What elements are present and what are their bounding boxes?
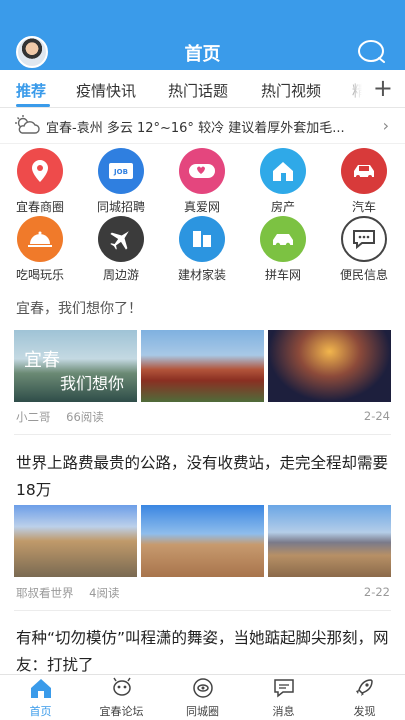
article-thumbnail [141,330,264,402]
heart-badge-icon [179,148,225,194]
forum-alien-icon [112,677,131,696]
airplane-icon [98,216,144,262]
tab-hot-videos[interactable]: 热门视频 [261,80,321,101]
chat-bubble-icon [273,679,294,698]
author: 耶叔看世界 [16,586,74,600]
nav-messages[interactable]: 消息 [243,677,324,719]
svg-text:JOB: JOB [113,168,128,176]
article-title[interactable]: 宜春，我们想你了！ [16,296,391,323]
quick-link-business[interactable]: 宜春商圈 [0,148,80,215]
top-bar: 首页 [0,0,405,70]
article-image-row[interactable] [14,505,391,577]
location-pin-icon [17,148,63,194]
divider [14,610,391,611]
message-bubble-icon [341,216,387,262]
partly-cloudy-icon [14,114,40,140]
chevron-right-icon: › [382,116,389,135]
publish-date: 2-22 [363,585,390,599]
category-tabs: 推荐 疫情快讯 热门话题 热门视频 精 + [0,70,405,108]
tab-epidemic-news[interactable]: 疫情快讯 [76,80,136,101]
author: 小二哥 [16,410,51,424]
tab-fade [338,70,368,107]
article-title[interactable]: 有种“切勿模仿”叫程潇的舞姿，当她踮起脚尖那刻，网友：打扰了 [16,625,391,679]
weather-text: 宜春-袁州 多云 12°~16° 较冷 建议着厚外套加毛... [46,121,345,136]
quick-link-building-materials[interactable]: 建材家装 [162,216,242,283]
weather-bar[interactable]: 宜春-袁州 多云 12°~16° 较冷 建议着厚外套加毛... › [0,108,405,144]
nav-home[interactable]: 首页 [0,677,81,719]
quick-link-nearby-travel[interactable]: 周边游 [81,216,161,283]
article-thumbnail [268,330,391,402]
building-blocks-icon [179,216,225,262]
active-tab-indicator [16,104,50,107]
tab-recommend[interactable]: 推荐 [16,80,46,101]
carpool-icon [260,216,306,262]
quick-link-jobs[interactable]: JOB 同城招聘 [81,148,161,215]
circle-eye-icon [192,678,213,698]
article-image-row[interactable]: 宜春 我们想你 [14,330,391,402]
car-icon [341,148,387,194]
read-count: 4阅读 [89,586,120,600]
quick-link-local-info[interactable]: 便民信息 [324,216,404,283]
quick-link-real-estate[interactable]: 房产 [243,148,323,215]
nav-local-circle[interactable]: 同城圈 [162,677,243,719]
divider [14,434,391,435]
quick-link-cars[interactable]: 汽车 [324,148,404,215]
nav-discover[interactable]: 发现 [324,677,405,719]
article-meta: 耶叔看世界 4阅读 2-22 [16,585,390,601]
quick-link-dating[interactable]: 真爱网 [162,148,242,215]
discover-rocket-icon [355,679,373,696]
quick-link-food-fun[interactable]: 吃喝玩乐 [0,216,80,283]
page-title: 首页 [184,44,221,65]
tab-hot-topics[interactable]: 热门话题 [168,80,228,101]
search-icon[interactable] [357,36,387,66]
read-count: 66阅读 [66,410,104,424]
food-cloche-icon [17,216,63,262]
house-icon [260,148,306,194]
article-thumbnail [268,505,391,577]
quick-link-grid: 宜春商圈 JOB 同城招聘 真爱网 房产 汽车 吃喝玩乐 周边游 建材家装 拼车… [0,148,405,282]
nav-forum[interactable]: 宜春论坛 [81,677,162,719]
publish-date: 2-24 [363,409,390,423]
home-icon [30,679,51,698]
bottom-nav: 首页 宜春论坛 同城圈 消息 发现 [0,674,405,720]
article-thumbnail [141,505,264,577]
quick-link-carpool[interactable]: 拼车网 [243,216,323,283]
article-title[interactable]: 世界上路费最贵的公路，没有收费站，走完全程却需要18万 [16,450,391,504]
article-thumbnail [14,505,137,577]
article-meta: 小二哥 66阅读 2-24 [16,409,390,425]
article-thumbnail: 宜春 我们想你 [14,330,137,402]
job-card-icon: JOB [98,148,144,194]
add-tab-button[interactable]: + [373,76,393,100]
